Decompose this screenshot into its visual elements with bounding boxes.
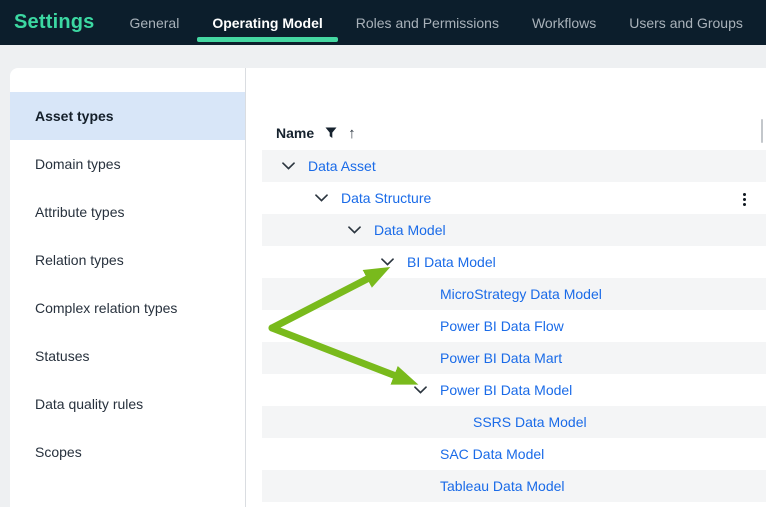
asset-type-link[interactable]: BI Data Model — [407, 254, 496, 270]
table-row-microstrategy-data-model: MicroStrategy Data Model — [262, 278, 766, 310]
table-row-data-structure: Data Structure — [262, 182, 766, 214]
sidebar-item-statuses[interactable]: Statuses — [10, 332, 245, 380]
table-row-power-bi-data-model: Power BI Data Model — [262, 374, 766, 406]
table-row-data-model: Data Model — [262, 214, 766, 246]
asset-type-link[interactable]: Data Model — [374, 222, 446, 238]
tab-workflows[interactable]: Workflows — [532, 0, 596, 45]
sidebar-item-scopes[interactable]: Scopes — [10, 428, 245, 476]
table-row-sac-data-model: SAC Data Model — [262, 438, 766, 470]
table-row-bi-data-model: BI Data Model — [262, 246, 766, 278]
asset-type-link[interactable]: Power BI Data Flow — [440, 318, 564, 334]
sidebar-item-complex-relation-types[interactable]: Complex relation types — [10, 284, 245, 332]
scrollbar-thumb[interactable] — [761, 119, 763, 143]
sidebar-item-domain-types[interactable]: Domain types — [10, 140, 245, 188]
table-row-tableau-data-model: Tableau Data Model — [262, 470, 766, 502]
tab-users-and-groups[interactable]: Users and Groups — [629, 0, 743, 45]
settings-title: Settings — [14, 11, 95, 34]
top-header: Settings General Operating Model Roles and… — [0, 0, 766, 45]
table-row-data-asset: Data Asset — [262, 150, 766, 182]
chevron-down-icon[interactable] — [282, 162, 295, 170]
asset-type-link[interactable]: MicroStrategy Data Model — [440, 286, 602, 302]
tab-operating-model[interactable]: Operating Model — [197, 0, 337, 45]
tab-roles-and-permissions[interactable]: Roles and Permissions — [356, 0, 499, 45]
sidebar-item-attribute-types[interactable]: Attribute types — [10, 188, 245, 236]
settings-sidebar: Asset typesDomain typesAttribute typesRe… — [10, 68, 246, 507]
filter-icon[interactable] — [325, 127, 337, 139]
asset-type-link[interactable]: SSRS Data Model — [473, 414, 587, 430]
asset-type-link[interactable]: SAC Data Model — [440, 446, 544, 462]
name-column-header: Name ↑ — [276, 118, 356, 148]
asset-types-table: Name ↑ Data Asset Data Structure Data Mo… — [246, 68, 766, 507]
chevron-down-icon[interactable] — [348, 226, 361, 234]
sidebar-item-data-quality-rules[interactable]: Data quality rules — [10, 380, 245, 428]
chevron-down-icon[interactable] — [414, 386, 427, 394]
chevron-down-icon[interactable] — [315, 194, 328, 202]
asset-type-link[interactable]: Power BI Data Model — [440, 382, 572, 398]
asset-type-link[interactable]: Tableau Data Model — [440, 478, 565, 494]
asset-type-link[interactable]: Data Structure — [341, 190, 431, 206]
asset-type-link[interactable]: Power BI Data Mart — [440, 350, 562, 366]
asset-type-tree: Data Asset Data Structure Data Model BI … — [262, 150, 766, 502]
table-row-power-bi-data-flow: Power BI Data Flow — [262, 310, 766, 342]
sidebar-item-relation-types[interactable]: Relation types — [10, 236, 245, 284]
name-column-label[interactable]: Name — [276, 125, 314, 141]
table-row-ssrs-data-model: SSRS Data Model — [262, 406, 766, 438]
table-row-power-bi-data-mart: Power BI Data Mart — [262, 342, 766, 374]
chevron-down-icon[interactable] — [381, 258, 394, 266]
settings-tab-bar: General Operating Model Roles and Permissi… — [130, 0, 743, 45]
sidebar-item-asset-types[interactable]: Asset types — [10, 92, 245, 140]
sort-ascending-icon[interactable]: ↑ — [348, 126, 356, 141]
content-panels: Asset typesDomain typesAttribute typesRe… — [10, 68, 766, 507]
tab-general[interactable]: General — [130, 0, 180, 45]
asset-type-link[interactable]: Data Asset — [308, 158, 376, 174]
